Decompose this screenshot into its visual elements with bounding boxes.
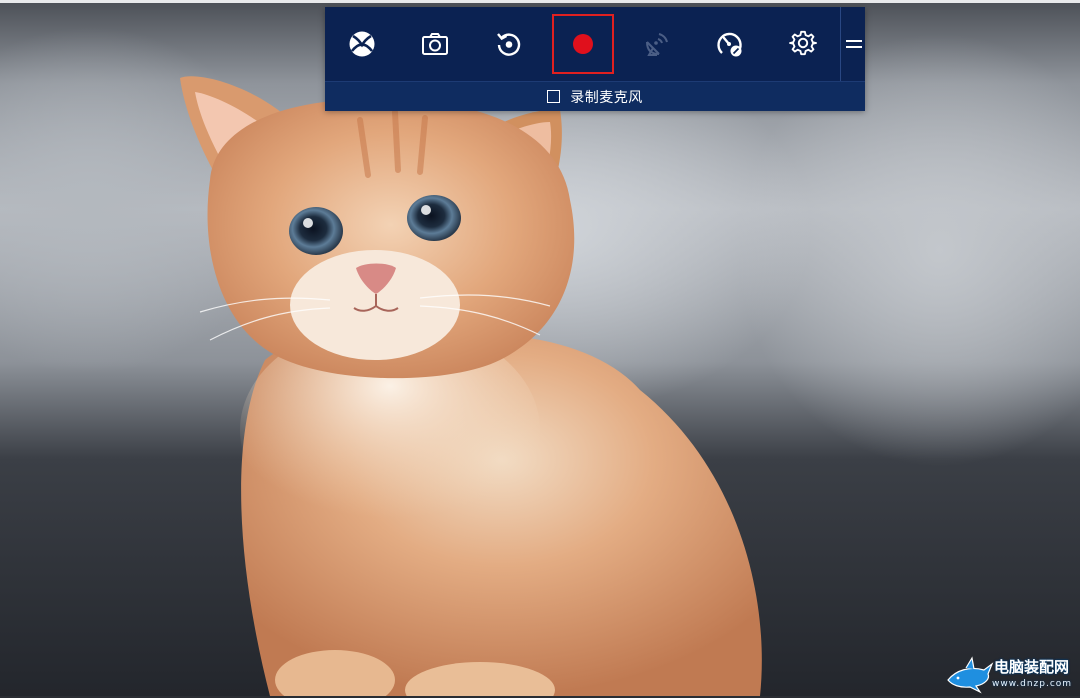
record-microphone-label[interactable]: 录制麦克风	[570, 87, 643, 107]
gear-icon	[789, 30, 817, 56]
performance-gauge-icon	[717, 32, 742, 57]
broadcast-icon	[646, 33, 668, 56]
settings-button[interactable]	[772, 14, 834, 74]
start-recording-button[interactable]	[552, 14, 614, 74]
xbox-button[interactable]	[331, 14, 393, 74]
watermark-url: www.dnzp.com	[992, 679, 1073, 689]
record-that-button[interactable]	[478, 14, 540, 74]
record-microphone-row: 录制麦克风	[325, 81, 865, 111]
broadcast-button[interactable]	[625, 14, 687, 74]
record-icon	[573, 34, 593, 54]
watermark-title: 电脑装配网	[994, 658, 1070, 676]
site-watermark: 电脑装配网 www.dnzp.com	[946, 654, 1076, 694]
camera-icon	[422, 33, 448, 55]
game-bar: 录制麦克风	[325, 7, 865, 111]
shark-logo-icon	[947, 656, 994, 694]
toolbar-divider	[840, 7, 841, 81]
replay-icon	[497, 33, 521, 56]
record-microphone-checkbox[interactable]	[547, 90, 561, 103]
game-bar-toolbar	[325, 7, 865, 81]
screenshot-button[interactable]	[404, 14, 466, 74]
performance-button[interactable]	[698, 14, 760, 74]
grip-icon[interactable]	[844, 31, 864, 57]
xbox-icon	[349, 31, 375, 57]
